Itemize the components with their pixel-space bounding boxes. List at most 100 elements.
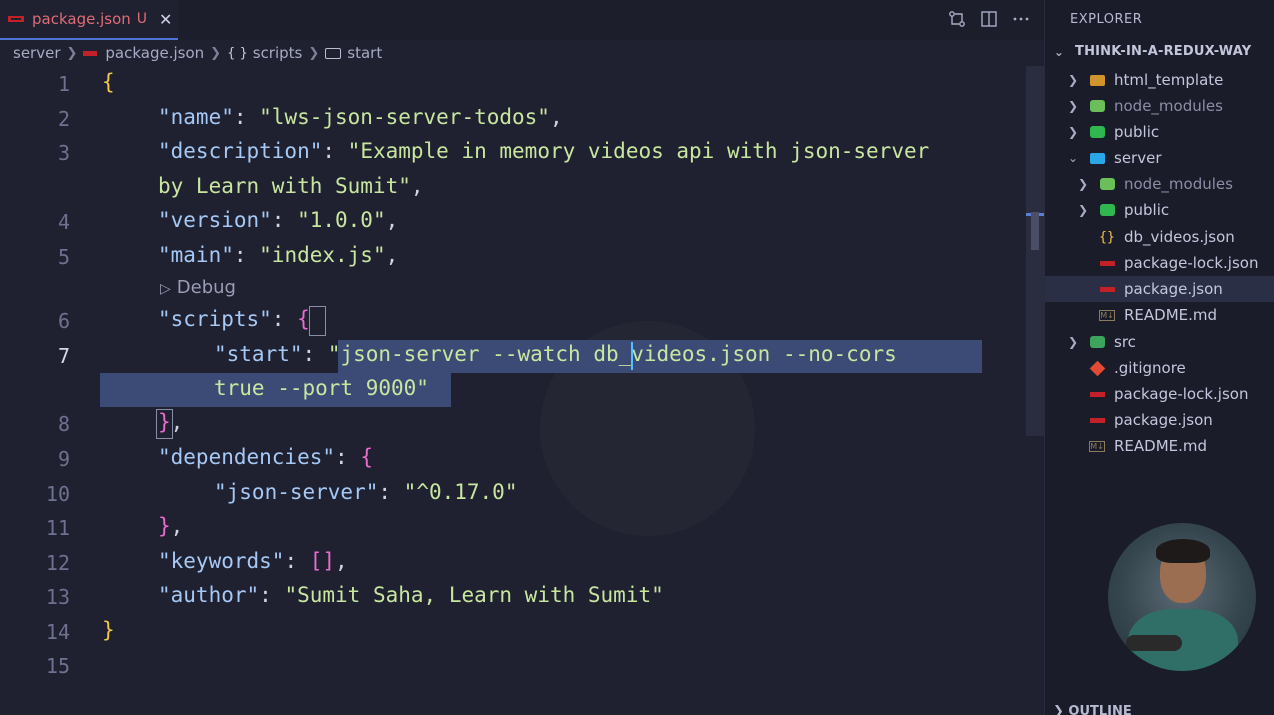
code-line: "scripts": {: [158, 307, 310, 331]
line-number: 13: [45, 585, 70, 609]
chevron-down-icon: ⌄: [1053, 44, 1065, 59]
line-number: 4: [57, 210, 70, 234]
tree-file-db-videos-json[interactable]: {} db_videos.json: [1045, 224, 1274, 250]
breadcrumb-file[interactable]: package.json: [105, 44, 204, 62]
breadcrumb-folder[interactable]: server: [13, 44, 60, 62]
string-icon: [325, 47, 342, 59]
chevron-right-icon: ❯: [1067, 99, 1079, 113]
npm-icon: [1089, 417, 1105, 423]
chevron-right-icon: ❯: [308, 45, 320, 61]
markdown-icon: M↓: [1089, 440, 1105, 452]
webcam-overlay: [1108, 523, 1256, 671]
close-icon[interactable]: ✕: [159, 10, 172, 29]
markdown-icon: M↓: [1099, 309, 1115, 321]
code-line: "keywords": [],: [158, 549, 348, 573]
server-folder-icon: [1089, 152, 1105, 164]
code-line: },: [158, 410, 184, 434]
explorer-title: EXPLORER: [1070, 12, 1143, 27]
chevron-right-icon: ❯: [1067, 335, 1079, 349]
line-number: 1: [57, 72, 70, 96]
untracked-badge: U: [136, 11, 148, 27]
code-line: "description": "Example in memory videos…: [158, 139, 930, 163]
outline-section[interactable]: ❯ OUTLINE: [1053, 704, 1132, 715]
code-line: }: [102, 618, 115, 642]
code-line-wrap: by Learn with Sumit",: [158, 174, 424, 198]
bracket-match-highlight: [309, 306, 326, 336]
line-number: 12: [45, 551, 70, 575]
code-line: "json-server": "^0.17.0": [214, 480, 518, 504]
tree-file-package-lock[interactable]: package-lock.json: [1045, 381, 1274, 407]
node-folder-icon: [1099, 178, 1115, 190]
tree-file-gitignore[interactable]: .gitignore: [1045, 355, 1274, 381]
line-number: 5: [57, 245, 70, 269]
code-line: "main": "index.js",: [158, 243, 399, 267]
npm-icon: [1089, 391, 1105, 397]
scrollbar-thumb[interactable]: [1031, 212, 1039, 250]
npm-icon: [1099, 286, 1115, 292]
tree-file-readme[interactable]: M↓ README.md: [1045, 433, 1274, 459]
tab-package-json[interactable]: package.json U ✕: [0, 0, 178, 40]
chevron-down-icon: ⌄: [1067, 151, 1079, 165]
line-number: 11: [45, 516, 70, 540]
json-icon: {}: [1099, 229, 1115, 245]
split-editor-icon[interactable]: [980, 8, 998, 30]
microphone: [1126, 635, 1182, 651]
line-number: 7: [57, 344, 70, 368]
debug-codelens[interactable]: ▷ Debug: [160, 277, 236, 298]
tree-folder-public[interactable]: ❯ public: [1045, 119, 1274, 145]
chevron-right-icon: ❯: [210, 45, 222, 61]
chevron-right-icon: ❯: [66, 45, 78, 61]
code-line: "start": "json-server --watch db_videos.…: [214, 342, 897, 366]
src-folder-icon: [1089, 336, 1105, 348]
play-icon: ▷: [160, 281, 171, 297]
editor-actions: [948, 8, 1030, 30]
chevron-right-icon: ❯: [1077, 177, 1089, 191]
code-line-wrap: true --port 9000": [214, 376, 429, 400]
code-line: },: [158, 514, 184, 538]
npm-icon: [8, 16, 24, 22]
tree-file-server-package-json[interactable]: package.json: [1045, 276, 1274, 302]
line-number: 15: [45, 654, 70, 678]
tab-label: package.json: [32, 10, 131, 28]
folder-icon: [1089, 74, 1105, 86]
git-icon: [1089, 360, 1105, 376]
chevron-right-icon: ❯: [1067, 125, 1079, 139]
tree-file-package-json[interactable]: package.json: [1045, 407, 1274, 433]
code-line: "version": "1.0.0",: [158, 208, 399, 232]
chevron-right-icon: ❯: [1053, 704, 1069, 715]
tree-folder-server-node-modules[interactable]: ❯ node_modules: [1045, 171, 1274, 197]
tree-file-server-readme[interactable]: M↓ README.md: [1045, 302, 1274, 328]
npm-icon: [83, 50, 98, 56]
open-changes-icon[interactable]: [948, 8, 966, 30]
line-number: 3: [57, 141, 70, 165]
tree-folder-html-template[interactable]: ❯ html_template: [1045, 67, 1274, 93]
tree-folder-server-public[interactable]: ❯ public: [1045, 197, 1274, 223]
line-number: 2: [57, 107, 70, 131]
line-number: 6: [57, 309, 70, 333]
tree-folder-src[interactable]: ❯ src: [1045, 329, 1274, 355]
more-actions-icon[interactable]: [1012, 8, 1030, 30]
line-number: 9: [57, 447, 70, 471]
project-root[interactable]: ⌄ THINK-IN-A-REDUX-WAY: [1053, 44, 1251, 59]
vertical-scrollbar[interactable]: [1026, 66, 1044, 436]
tree-folder-node-modules[interactable]: ❯ node_modules: [1045, 93, 1274, 119]
breadcrumb: server ❯ package.json ❯ { } scripts ❯ st…: [0, 40, 1044, 66]
line-number: 10: [45, 482, 70, 506]
code-line: "name": "lws-json-server-todos",: [158, 105, 563, 129]
npm-icon: [1099, 260, 1115, 266]
chevron-right-icon: ❯: [1077, 203, 1089, 217]
tab-bar: package.json U ✕: [0, 0, 1044, 40]
code-line: {: [102, 70, 115, 94]
text-cursor: [631, 342, 633, 370]
tree-file-server-package-lock[interactable]: package-lock.json: [1045, 250, 1274, 276]
line-number: 8: [57, 412, 70, 436]
code-line: "author": "Sumit Saha, Learn with Sumit": [158, 583, 664, 607]
tree-folder-server[interactable]: ⌄ server: [1045, 145, 1274, 171]
chevron-right-icon: ❯: [1067, 73, 1079, 87]
editor-area: package.json U ✕ server ❯ package.json ❯…: [0, 0, 1044, 715]
breadcrumb-start[interactable]: start: [347, 44, 382, 62]
public-folder-icon: [1089, 126, 1105, 138]
presenter-hair: [1156, 539, 1210, 563]
breadcrumb-scripts[interactable]: scripts: [253, 44, 303, 62]
node-folder-icon: [1089, 100, 1105, 112]
